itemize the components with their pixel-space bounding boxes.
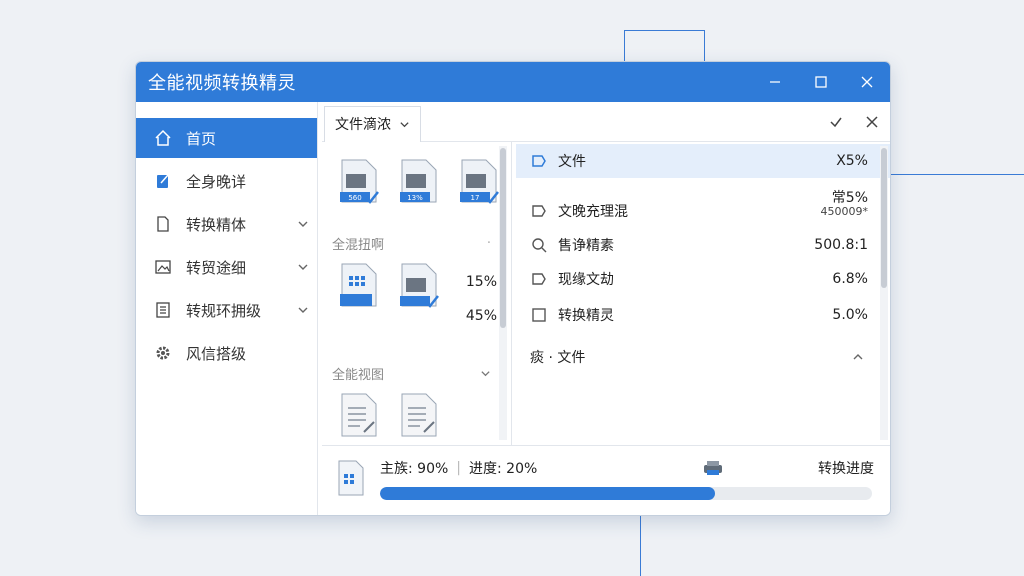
sidebar-item-rules[interactable]: 转规环拥级: [136, 290, 317, 330]
chevron-down-icon: [400, 121, 409, 127]
progress-status-label: 进度: 20%: [469, 461, 538, 477]
file-item[interactable]: [336, 262, 380, 314]
sidebar-item-home[interactable]: 首页: [136, 118, 317, 158]
folder-file-icon: 17: [460, 159, 499, 204]
right-scrollbar[interactable]: [880, 146, 888, 440]
dropdown-label: 文件滴浓: [335, 117, 391, 133]
conversion-progress-bar: [380, 487, 872, 500]
list-doc-icon: [152, 299, 174, 321]
tag-icon: [530, 202, 548, 220]
folder-file-icon: 13%: [400, 159, 437, 203]
window-title: 全能视频转换精灵: [148, 73, 296, 94]
left-scrollbar[interactable]: [499, 146, 507, 440]
edit-doc-icon: [152, 170, 174, 192]
main-content: 文件滴浓 560 13% 17 全混扭啊 · 15% 45% 全能视图 文件 X…: [322, 102, 890, 515]
chevron-down-icon[interactable]: [289, 304, 317, 316]
folder-file-icon: [400, 263, 439, 308]
sidebar-item-label: 全身晚详: [186, 172, 247, 191]
section-title: 全混扭啊: [332, 237, 385, 253]
group-header[interactable]: 痰 · 文件: [516, 340, 890, 374]
search-icon: [530, 236, 548, 254]
main-status-label: 主族: 90%: [380, 461, 449, 477]
folder-file-icon: 560: [340, 159, 379, 204]
svg-text:13%: 13%: [407, 194, 423, 202]
printer-icon[interactable]: [702, 459, 724, 477]
sidebar-item-label: 转换精体: [186, 215, 247, 234]
svg-text:17: 17: [471, 194, 480, 202]
sidebar-item-label: 首页: [186, 129, 217, 148]
text-file-icon: [341, 393, 377, 437]
file-item[interactable]: 17: [456, 158, 500, 210]
file-item[interactable]: [336, 392, 380, 444]
sidebar-item-details[interactable]: 全身晚详: [136, 161, 317, 201]
document-icon: [152, 213, 174, 235]
file-grid-pane: 560 13% 17 全混扭啊 · 15% 45% 全能视图: [322, 142, 512, 445]
details-list-pane: 文件 X5% 文晚充理混 常5% 450009* 售诤精素 500.8:1 现缘…: [516, 142, 890, 445]
sidebar: 首页 全身晚详 转换精体 转贸途细 转规环拥级 风信搭级: [136, 102, 318, 515]
chevron-down-icon[interactable]: [289, 218, 317, 230]
chevron-down-icon[interactable]: [289, 261, 317, 273]
check-icon: [830, 117, 842, 127]
minimize-button[interactable]: [752, 62, 798, 102]
file-item[interactable]: 560: [336, 158, 380, 210]
minimize-icon: [770, 81, 780, 83]
percent-label: 15%: [465, 274, 497, 290]
list-item[interactable]: 现缘文劫 6.8%: [516, 262, 890, 296]
home-icon: [152, 127, 174, 149]
close-button[interactable]: [844, 62, 890, 102]
gear-icon: [152, 342, 174, 364]
sidebar-item-media[interactable]: 转贸途细: [136, 247, 317, 287]
list-item[interactable]: 售诤精素 500.8:1: [516, 228, 890, 262]
spreadsheet-file-icon: [340, 263, 377, 307]
sidebar-item-label: 风信搭级: [186, 344, 247, 363]
sidebar-item-settings[interactable]: 风信搭级: [136, 333, 317, 373]
close-icon: [866, 115, 878, 128]
file-item[interactable]: [396, 392, 440, 444]
maximize-icon: [815, 76, 827, 88]
svg-text:560: 560: [348, 194, 361, 202]
percent-label: 45%: [465, 308, 497, 324]
document-icon: [530, 306, 548, 324]
status-bar: 主族: 90% | 进度: 20% 转换进度: [322, 445, 890, 515]
file-item[interactable]: [396, 262, 440, 314]
toolbar: 文件滴浓: [322, 102, 890, 142]
dismiss-button[interactable]: [854, 104, 890, 140]
image-icon: [152, 256, 174, 278]
scroll-thumb[interactable]: [500, 148, 506, 328]
sidebar-item-label: 转贸途细: [186, 258, 247, 277]
title-bar: 全能视频转换精灵: [136, 62, 890, 102]
tag-icon: [530, 270, 548, 288]
confirm-button[interactable]: [818, 104, 854, 140]
maximize-button[interactable]: [798, 62, 844, 102]
scroll-thumb[interactable]: [881, 148, 887, 288]
progress-fill: [380, 487, 715, 500]
chevron-up-icon: [853, 354, 863, 360]
section-header: 全混扭啊 ·: [332, 235, 491, 253]
tag-icon: [530, 152, 548, 170]
list-item[interactable]: 文件 X5%: [516, 144, 890, 178]
close-icon: [861, 76, 873, 88]
sidebar-item-convert[interactable]: 转换精体: [136, 204, 317, 244]
text-file-icon: [401, 393, 437, 437]
file-filter-dropdown[interactable]: 文件滴浓: [324, 105, 421, 142]
conversion-progress-label: 转换进度: [818, 461, 874, 477]
file-item[interactable]: 13%: [396, 158, 440, 210]
list-item[interactable]: 文晚充理混 常5% 450009*: [516, 180, 890, 228]
list-item[interactable]: 转换精灵 5.0%: [516, 298, 890, 332]
spreadsheet-file-icon: [336, 460, 366, 496]
sidebar-item-label: 转规环拥级: [186, 301, 262, 320]
app-window: 全能视频转换精灵 首页 全身晚详 转换精体 转贸途细 转规环拥级 风信搭级 文件…: [135, 61, 891, 516]
